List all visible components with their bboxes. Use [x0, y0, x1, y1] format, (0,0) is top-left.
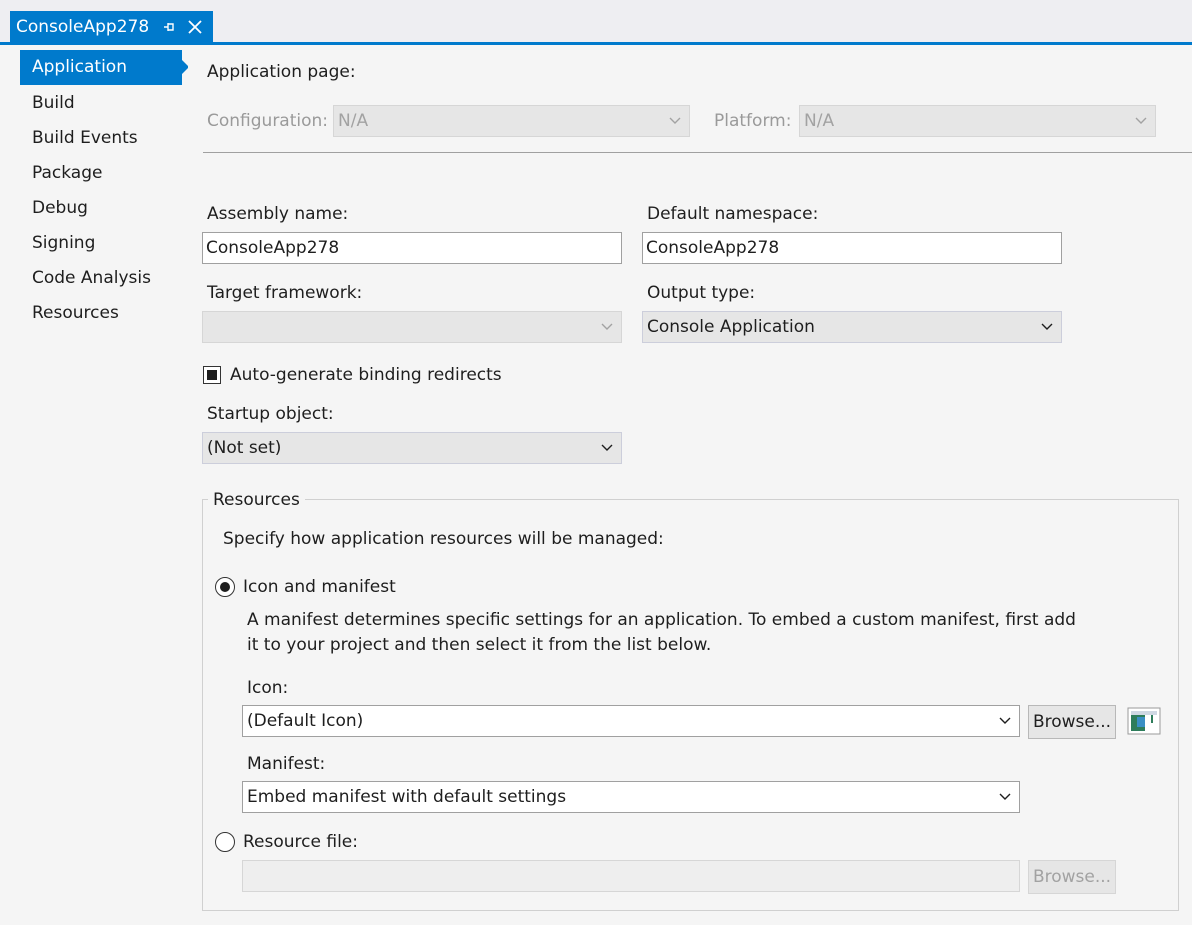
- header-divider: [203, 152, 1192, 153]
- chevron-down-icon[interactable]: [991, 782, 1019, 812]
- sidebar-item-signing[interactable]: Signing: [20, 226, 182, 261]
- icon-preview: [1127, 707, 1161, 735]
- sidebar-item-application[interactable]: Application: [20, 50, 182, 85]
- icon-label: Icon:: [247, 678, 289, 698]
- resource-file-browse-button: Browse...: [1028, 860, 1116, 894]
- close-icon[interactable]: [185, 17, 205, 37]
- sidebar-item-build-events[interactable]: Build Events: [20, 121, 182, 156]
- resources-group-title: Resources: [208, 490, 305, 510]
- sidebar-item-build[interactable]: Build: [20, 86, 182, 121]
- checkbox-mark: [207, 370, 217, 380]
- auto-binding-label[interactable]: Auto-generate binding redirects: [230, 365, 502, 385]
- manifest-help-line1: A manifest determines specific settings …: [247, 610, 1076, 630]
- document-tab[interactable]: ConsoleApp278: [10, 11, 213, 43]
- resource-file-radio[interactable]: [215, 832, 235, 852]
- assembly-name-value: ConsoleApp278: [206, 238, 340, 258]
- platform-value: N/A: [804, 111, 835, 131]
- chevron-down-icon: [1127, 106, 1155, 136]
- default-namespace-value: ConsoleApp278: [646, 238, 780, 258]
- pin-icon[interactable]: [161, 19, 177, 35]
- radio-selected-dot: [220, 582, 230, 592]
- configuration-value: N/A: [338, 111, 369, 131]
- resource-file-input: [242, 860, 1020, 892]
- icon-manifest-radio[interactable]: [215, 577, 235, 597]
- platform-select: N/A: [799, 105, 1156, 137]
- sidebar-item-code-analysis[interactable]: Code Analysis: [20, 261, 182, 296]
- icon-browse-button[interactable]: Browse...: [1028, 705, 1116, 739]
- sidebar-item-package[interactable]: Package: [20, 156, 182, 191]
- manifest-select[interactable]: Embed manifest with default settings: [242, 781, 1020, 813]
- resources-description: Specify how application resources will b…: [223, 529, 664, 549]
- configuration-label: Configuration:: [207, 111, 329, 131]
- auto-binding-checkbox[interactable]: [203, 366, 221, 384]
- target-framework-label: Target framework:: [207, 283, 363, 303]
- chevron-down-icon[interactable]: [991, 706, 1019, 736]
- chevron-down-icon[interactable]: [1033, 312, 1061, 342]
- tab-title: ConsoleApp278: [16, 17, 150, 37]
- page-title: Application page:: [207, 62, 356, 82]
- startup-object-select[interactable]: (Not set): [202, 432, 622, 464]
- icon-manifest-label[interactable]: Icon and manifest: [243, 577, 396, 597]
- output-type-label: Output type:: [647, 283, 756, 303]
- resource-file-label[interactable]: Resource file:: [243, 832, 358, 852]
- target-framework-select: [202, 311, 622, 343]
- output-type-value: Console Application: [647, 317, 815, 337]
- chevron-down-icon: [661, 106, 689, 136]
- manifest-value: Embed manifest with default settings: [247, 787, 567, 807]
- sidebar-item-debug[interactable]: Debug: [20, 191, 182, 226]
- output-type-select[interactable]: Console Application: [642, 311, 1062, 343]
- manifest-label: Manifest:: [247, 754, 326, 774]
- manifest-help-line2: it to your project and then select it fr…: [247, 635, 712, 655]
- configuration-select: N/A: [333, 105, 690, 137]
- assembly-name-label: Assembly name:: [207, 204, 349, 224]
- sidebar-item-resources[interactable]: Resources: [20, 296, 182, 331]
- icon-select[interactable]: (Default Icon): [242, 705, 1020, 737]
- startup-object-label: Startup object:: [207, 404, 334, 424]
- default-namespace-input[interactable]: ConsoleApp278: [642, 232, 1062, 264]
- default-namespace-label: Default namespace:: [647, 204, 819, 224]
- assembly-name-input[interactable]: ConsoleApp278: [202, 232, 622, 264]
- icon-value: (Default Icon): [247, 711, 364, 731]
- startup-object-value: (Not set): [207, 438, 282, 458]
- chevron-down-icon: [593, 312, 621, 342]
- platform-label: Platform:: [714, 111, 792, 131]
- chevron-down-icon[interactable]: [593, 433, 621, 463]
